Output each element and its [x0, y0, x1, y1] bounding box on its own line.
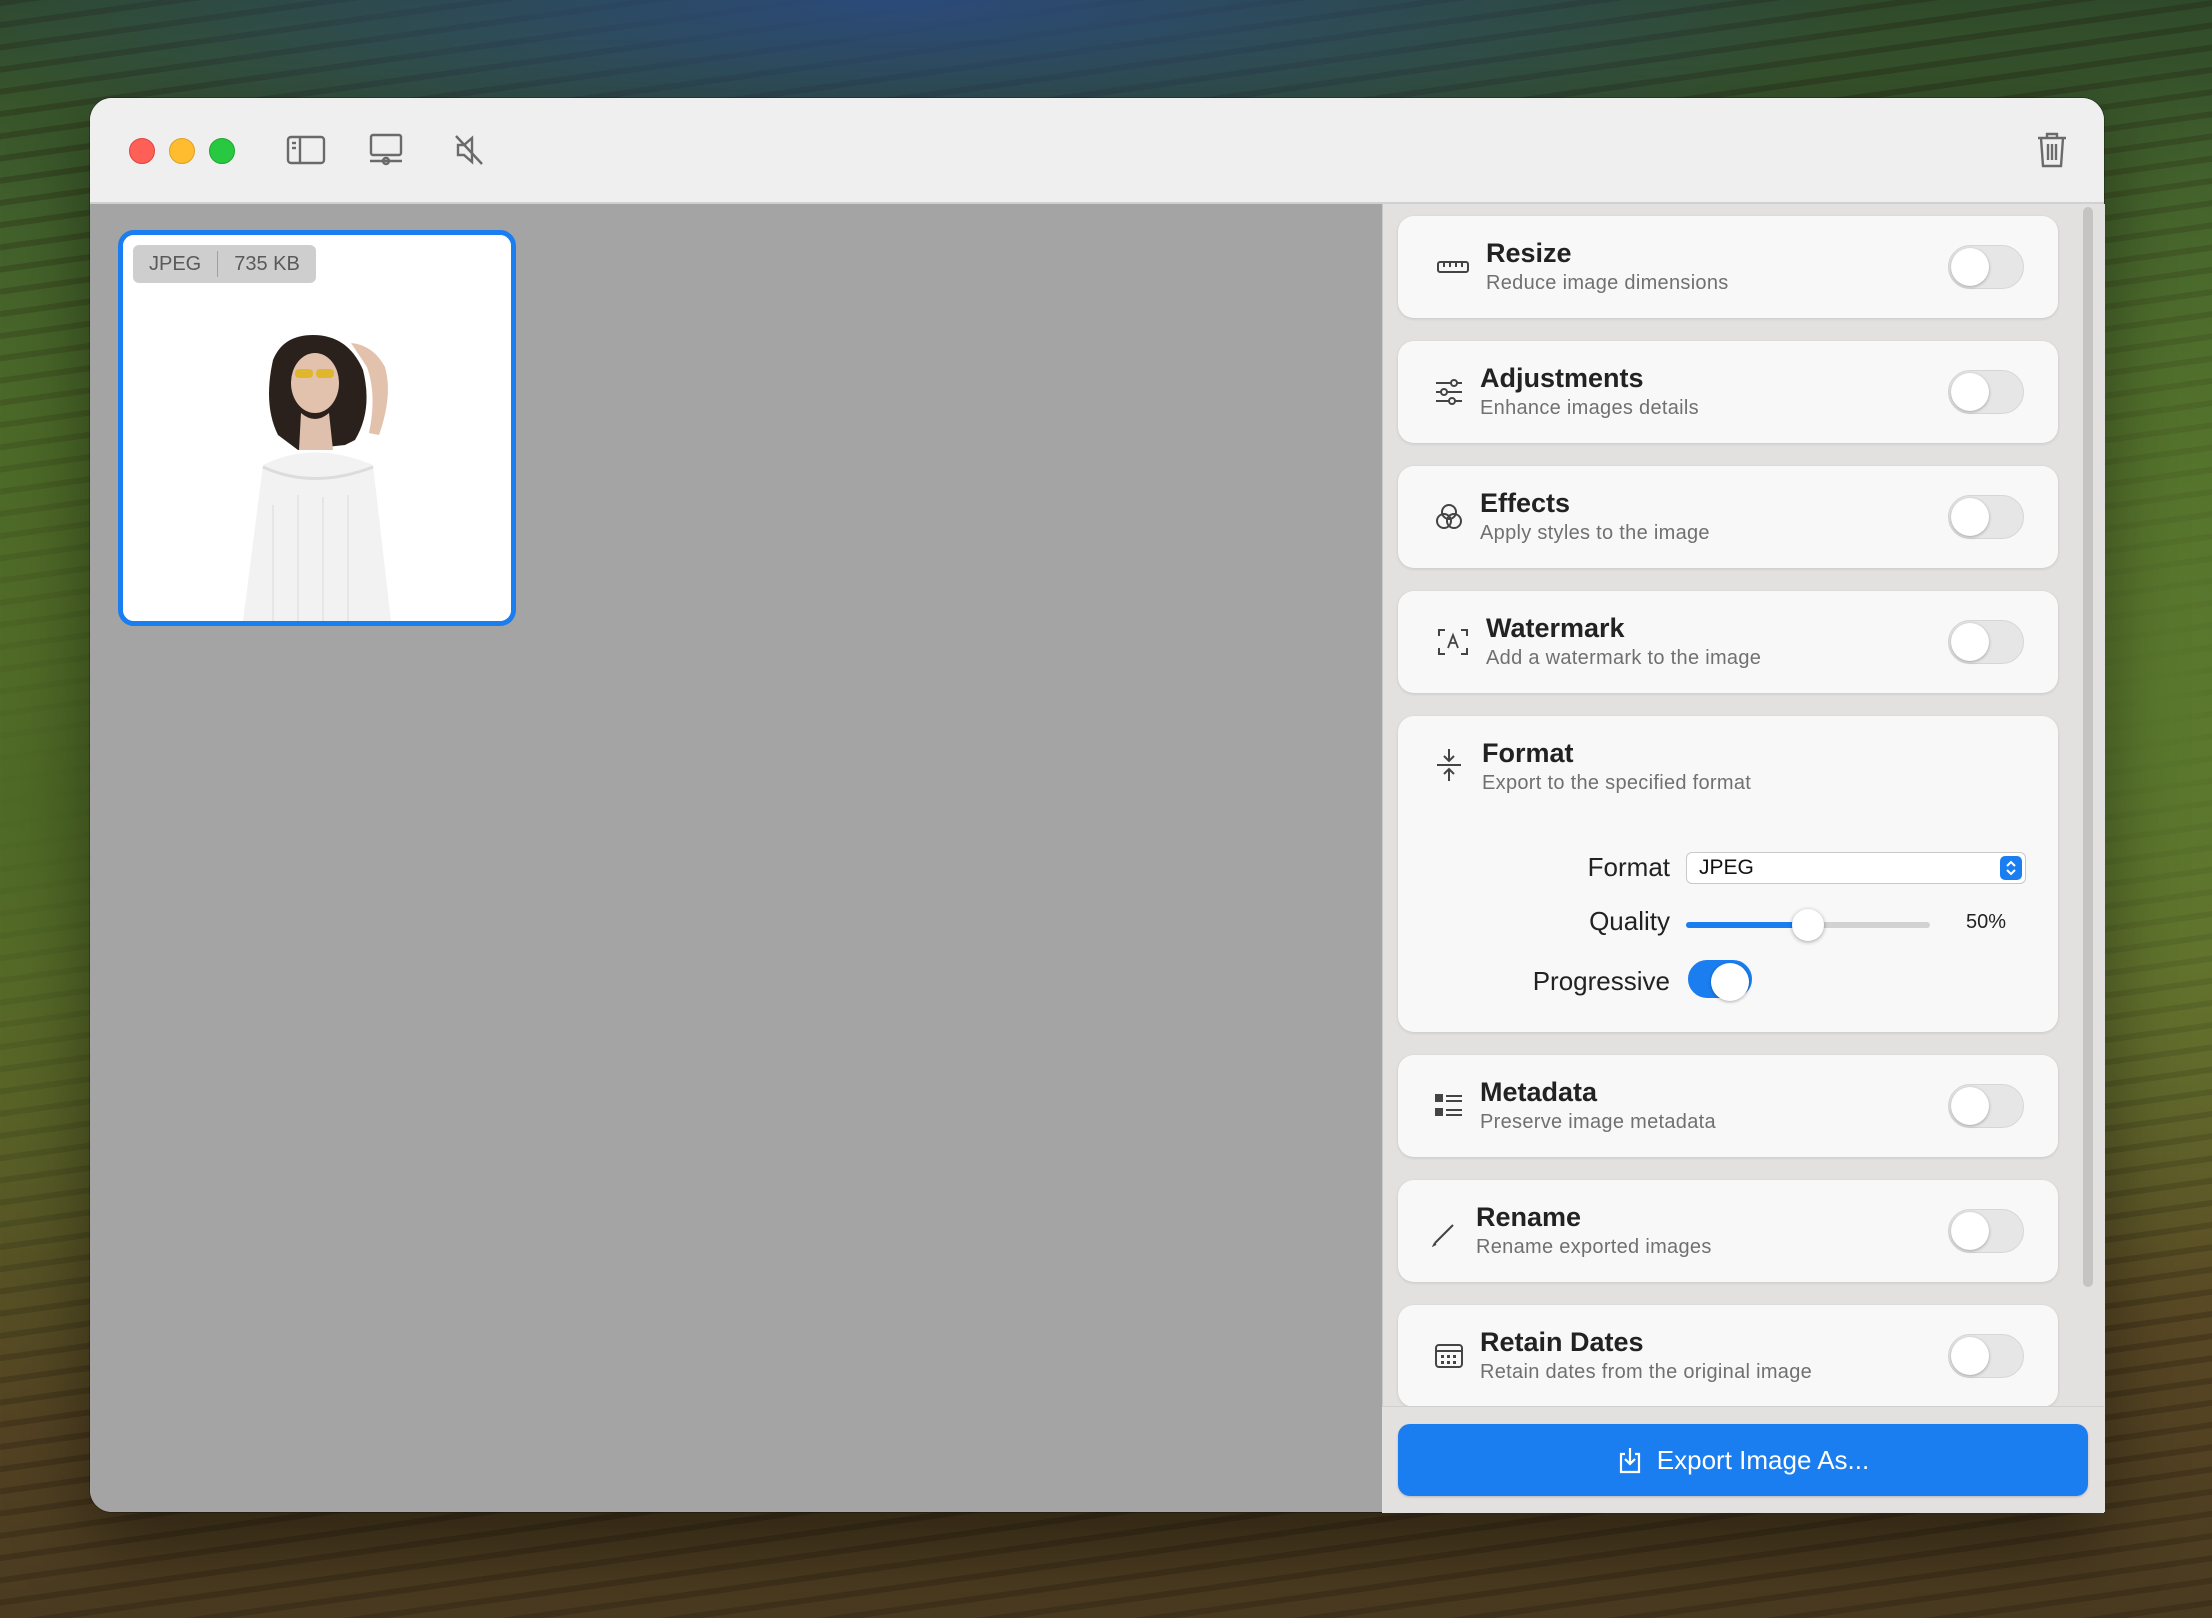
mute-sound-button[interactable] [448, 130, 492, 170]
rename-toggle[interactable] [1948, 1209, 2024, 1253]
display-icon [369, 133, 403, 166]
compress-icon [1432, 748, 1466, 782]
toggle-sidebar-button[interactable] [284, 130, 328, 170]
circles-icon [1432, 500, 1466, 534]
retain-dates-subtitle: Retain dates from the original image [1480, 1361, 1813, 1383]
resize-card: Resize Reduce image dimensions [1398, 216, 2058, 318]
export-icon [1619, 1448, 1640, 1474]
resize-toggle[interactable] [1948, 245, 2024, 289]
watermark-title: Watermark [1486, 613, 1625, 643]
sliders-icon [1432, 375, 1466, 409]
effects-card: Effects Apply styles to the image [1398, 466, 2058, 568]
photo-preview [123, 235, 511, 621]
delete-button[interactable] [2030, 130, 2074, 170]
adjustments-title: Adjustments [1480, 363, 1644, 393]
adjustments-toggle[interactable] [1948, 370, 2024, 414]
format-title: Format [1482, 738, 1574, 768]
title-bar [90, 98, 2104, 204]
retain-dates-toggle[interactable] [1948, 1334, 2024, 1378]
quality-label: Quality [1589, 906, 1670, 936]
sidebar-icon [286, 135, 326, 165]
calendar-icon [1432, 1339, 1466, 1373]
quality-slider-knob[interactable] [1792, 909, 1824, 941]
scrollbar-thumb[interactable] [2083, 207, 2093, 1287]
preview-display-button[interactable] [364, 130, 408, 170]
list-icon [1432, 1089, 1466, 1123]
effects-title: Effects [1480, 488, 1571, 518]
trash-icon [2038, 132, 2066, 168]
metadata-title: Metadata [1480, 1077, 1598, 1107]
maximize-window-button[interactable] [209, 138, 235, 164]
format-field-label: Format [1587, 852, 1670, 882]
quality-slider-fill [1686, 922, 1808, 928]
export-button-label: Export Image As... [1656, 1444, 1870, 1475]
metadata-card: Metadata Preserve image metadata [1398, 1055, 2058, 1157]
ruler-icon [1436, 250, 1470, 284]
rename-card: Rename Rename exported images [1398, 1180, 2058, 1282]
watermark-subtitle: Add a watermark to the image [1486, 647, 1762, 669]
quality-value: 50% [1966, 911, 2007, 933]
format-subtitle: Export to the specified format [1482, 772, 1752, 794]
adjustments-card: Adjustments Enhance images details [1398, 341, 2058, 443]
file-size-label: 735 KB [234, 252, 300, 275]
watermark-icon [1436, 625, 1470, 659]
pencil-icon [1428, 1216, 1462, 1250]
image-thumbnail[interactable]: JPEG 735 KB [118, 230, 516, 626]
retain-dates-card: Retain Dates Retain dates from the origi… [1398, 1305, 2058, 1407]
resize-title: Resize [1486, 238, 1572, 268]
progressive-toggle[interactable] [1688, 960, 1752, 1001]
settings-scrollbar[interactable] [2083, 207, 2093, 1287]
rename-title: Rename [1476, 1202, 1582, 1232]
adjustments-subtitle: Enhance images details [1480, 397, 1699, 419]
metadata-toggle[interactable] [1948, 1084, 2024, 1128]
effects-toggle[interactable] [1948, 495, 2024, 539]
rename-subtitle: Rename exported images [1476, 1236, 1712, 1258]
retain-dates-title: Retain Dates [1480, 1327, 1644, 1357]
format-select-value: JPEG [1699, 856, 1754, 879]
format-select[interactable]: JPEG [1686, 852, 2026, 884]
speaker-muted-icon [455, 135, 483, 165]
export-image-button[interactable]: Export Image As... [1398, 1424, 2088, 1496]
watermark-card: Watermark Add a watermark to the image [1398, 591, 2058, 693]
chevron-updown-icon [2000, 856, 2022, 880]
file-info-badge: JPEG 735 KB [133, 245, 316, 283]
close-window-button[interactable] [129, 138, 155, 164]
metadata-subtitle: Preserve image metadata [1480, 1111, 1716, 1133]
image-grid: JPEG 735 KB [90, 204, 1382, 1512]
resize-subtitle: Reduce image dimensions [1486, 272, 1729, 294]
watermark-toggle[interactable] [1948, 620, 2024, 664]
effects-subtitle: Apply styles to the image [1480, 522, 1710, 544]
file-format-label: JPEG [149, 252, 202, 275]
badge-divider [217, 251, 219, 277]
minimize-window-button[interactable] [169, 138, 195, 164]
progressive-label: Progressive [1532, 966, 1670, 996]
